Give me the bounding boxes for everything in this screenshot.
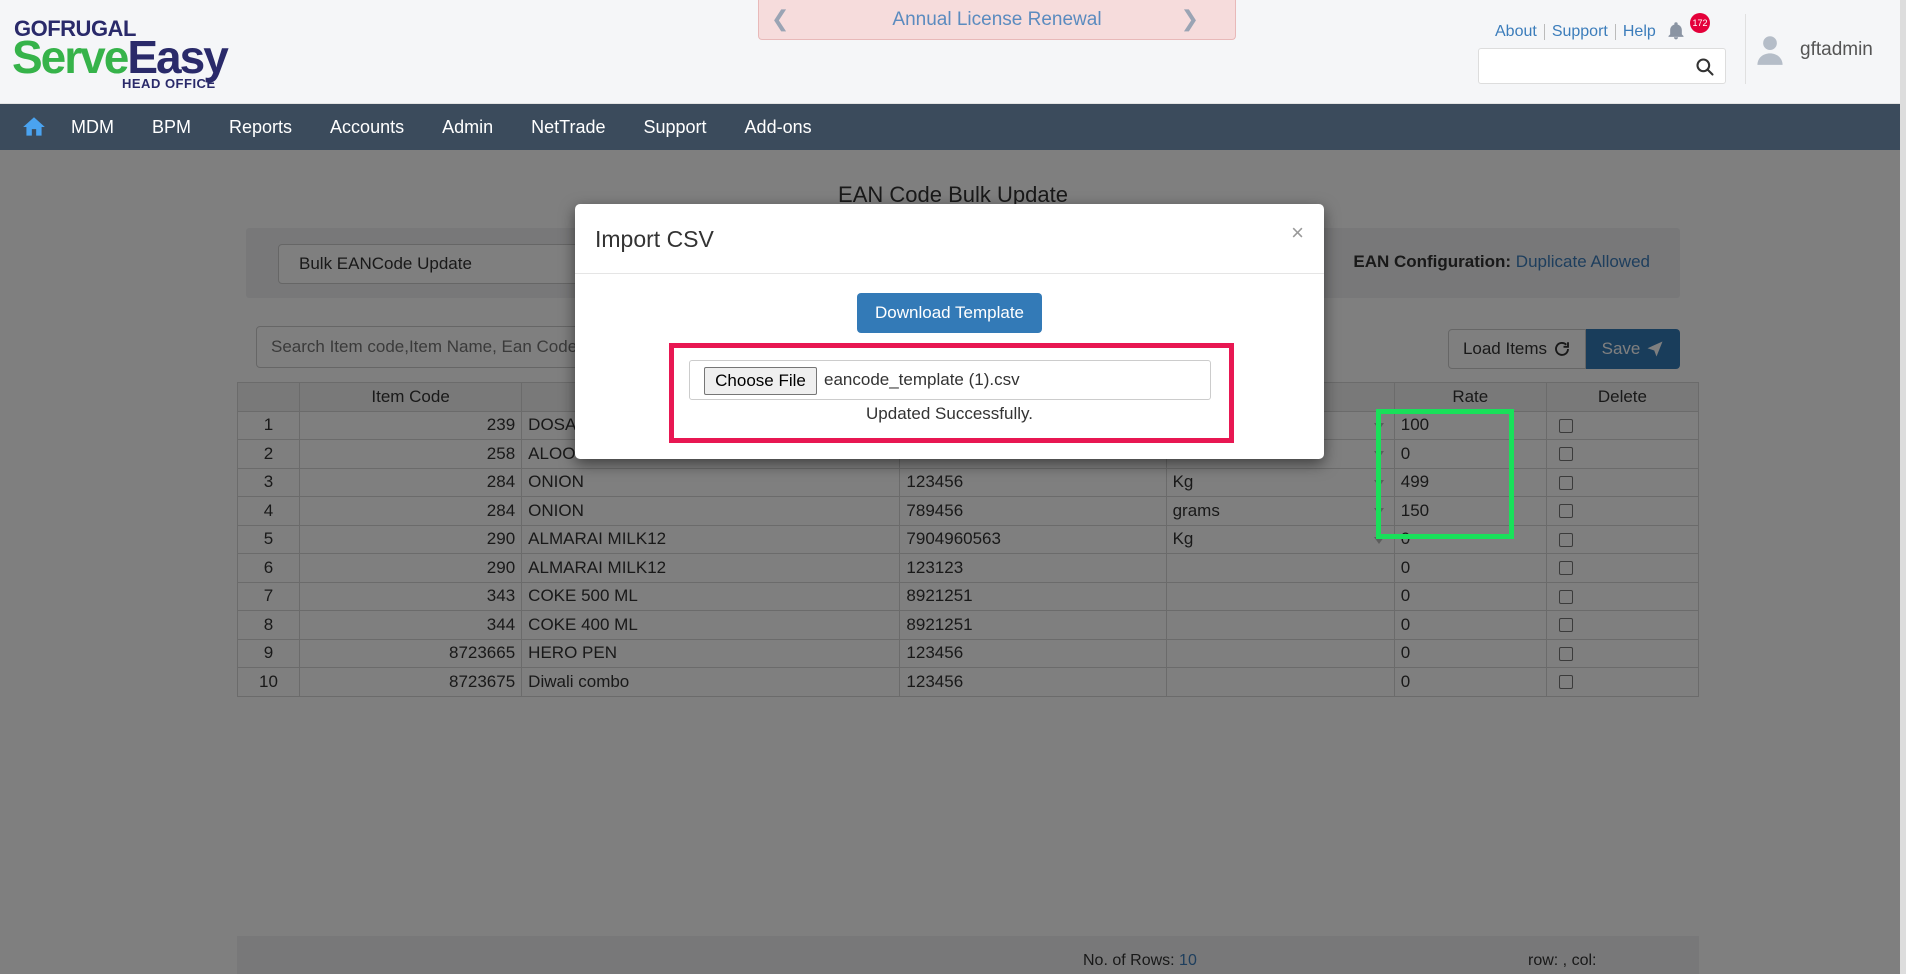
serveeasy-logo[interactable]: GOFRUGAL ServeEasy HEAD OFFICE [12, 14, 254, 92]
app-header: GOFRUGAL ServeEasy HEAD OFFICE ❮ Annual … [0, 0, 1906, 104]
username[interactable]: gftadmin [1800, 39, 1873, 61]
nav-item-bpm[interactable]: BPM [152, 117, 191, 138]
csv-file-input[interactable]: Choose File eancode_template (1).csv [689, 360, 1211, 400]
license-banner[interactable]: ❮ Annual License Renewal ❯ [758, 0, 1236, 40]
nav-item-accounts[interactable]: Accounts [330, 117, 404, 138]
home-icon[interactable] [21, 114, 47, 140]
nav-item-mdm[interactable]: MDM [71, 117, 114, 138]
help-link[interactable]: Help [1616, 24, 1663, 40]
about-link[interactable]: About [1488, 24, 1545, 40]
modal-title: Import CSV [595, 226, 714, 252]
nav-item-addons[interactable]: Add-ons [745, 117, 812, 138]
close-icon[interactable]: × [1291, 220, 1304, 246]
choose-file-button[interactable]: Choose File [704, 367, 817, 395]
notification-badge: 172 [1690, 13, 1710, 33]
chevron-right-icon[interactable]: ❯ [1181, 6, 1199, 32]
logo-serve: Serve [12, 31, 129, 83]
upload-status-message: Updated Successfully. [866, 404, 1033, 423]
download-template-button[interactable]: Download Template [857, 293, 1042, 333]
search-icon[interactable] [1695, 57, 1715, 77]
selected-file-name: eancode_template (1).csv [824, 370, 1020, 389]
global-search [1478, 48, 1726, 84]
header-divider [1745, 14, 1746, 84]
top-links: About Support Help [1488, 24, 1663, 40]
global-search-input[interactable] [1479, 49, 1689, 83]
user-menu[interactable]: gftadmin [1756, 34, 1873, 66]
modal-header: Import CSV × [575, 204, 1324, 274]
support-link[interactable]: Support [1545, 24, 1616, 40]
logo-brand-sub: HEAD OFFICE [122, 76, 216, 91]
nav-item-support[interactable]: Support [644, 117, 707, 138]
nav-item-reports[interactable]: Reports [229, 117, 292, 138]
chevron-left-icon[interactable]: ❮ [771, 6, 789, 32]
main-nav: MDM BPM Reports Accounts Admin NetTrade … [0, 104, 1906, 150]
nav-item-nettrade[interactable]: NetTrade [531, 117, 605, 138]
import-csv-modal: Import CSV × Download Template Choose Fi… [575, 204, 1324, 459]
bell-icon[interactable] [1666, 20, 1686, 42]
user-avatar-icon[interactable] [1756, 34, 1784, 66]
page-scrollbar[interactable] [1900, 0, 1906, 974]
nav-item-admin[interactable]: Admin [442, 117, 493, 138]
logo-brand-main: ServeEasy [12, 31, 229, 83]
license-banner-label[interactable]: Annual License Renewal [892, 9, 1101, 31]
rate-column-highlight [1376, 409, 1514, 539]
